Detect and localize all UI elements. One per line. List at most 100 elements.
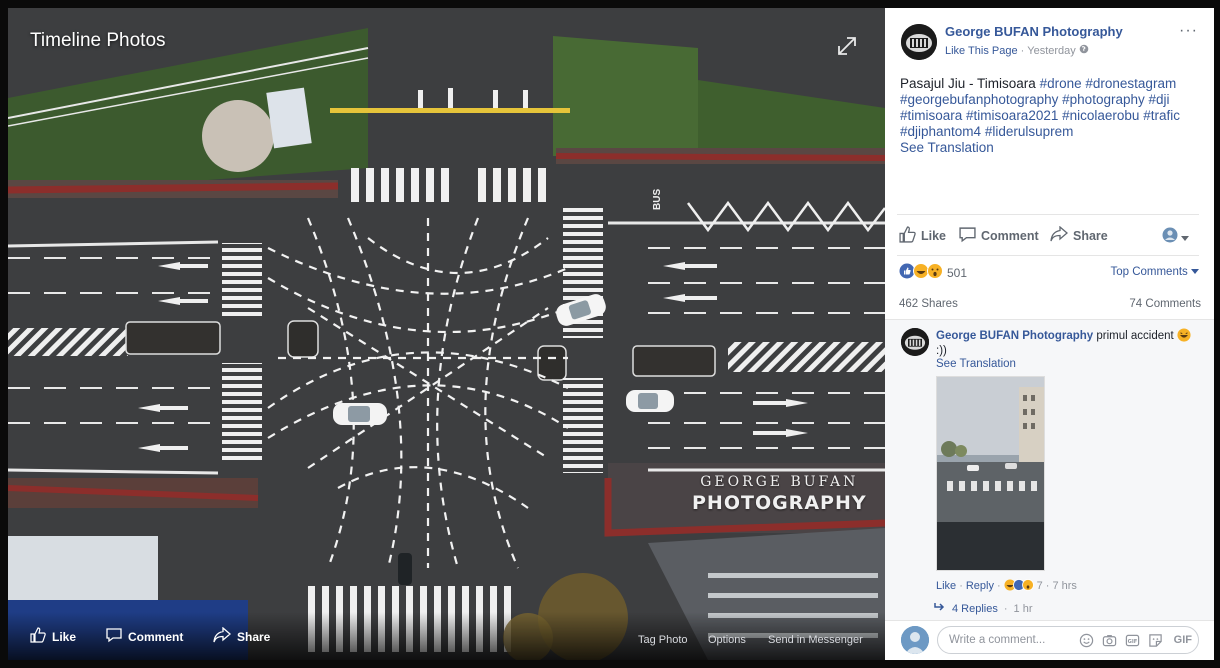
hashtag[interactable]: #dji [1149,92,1170,107]
round-plaza [202,100,274,172]
photo-share-label: Share [237,629,271,644]
meta-separator: · [1020,44,1025,57]
comment-input[interactable] [947,633,1081,647]
reactions-summary: 501 Top Comments [899,262,1201,288]
chevron-down-icon [1191,266,1199,278]
gif-icon[interactable]: GIF [1125,633,1140,648]
commenter-avatar[interactable] [901,328,929,356]
comment-label: Comment [981,229,1039,243]
hashtag[interactable]: #timisoara [900,108,962,123]
reaction-count[interactable]: 501 [947,266,967,280]
photo-comment-button[interactable]: Comment [106,627,183,646]
comment-reaction-icons[interactable] [1004,579,1034,592]
watermark-line2: PHOTOGRAPHY [692,492,867,514]
comment-bubble-icon [959,226,976,246]
photo-share-button[interactable]: Share [213,626,271,646]
comment-like-link[interactable]: Like [936,580,956,592]
photo-comment-label: Comment [128,629,184,644]
reaction-icons[interactable] [899,263,945,284]
timeline-photos-title: Timeline Photos [30,30,166,51]
hashtag[interactable]: #nicolaerobu [1062,108,1139,123]
current-user-avatar [901,626,929,654]
comment-text: primul accident [1096,330,1174,342]
post-caption: Pasajul Jiu - Timisoara #drone #dronesta… [900,76,1200,156]
reaction-selector[interactable] [1162,227,1189,248]
comment-composer: GIF GIF [885,620,1214,660]
share-button[interactable]: Share [1050,225,1108,245]
reply-arrow-icon [934,602,946,615]
hashtag[interactable]: #georgebufanphotography [900,92,1058,107]
comment-reaction-count: 7 [1036,579,1043,592]
hashtag[interactable]: #photography [1062,92,1145,107]
comment-meta: Like · Reply · 7 · 7 hrs [936,579,1077,592]
meta-separator: · [1003,602,1008,615]
tag-photo-link[interactable]: Tag Photo [638,634,688,646]
watermark-line1: GEORGE BUFAN [700,474,859,490]
bus-lane-marking: BUS [652,188,663,210]
meta-separator: · [996,579,1001,592]
post-meta: Like This Page · Yesterday [945,44,1089,57]
view-replies-link[interactable]: 4 Replies [952,603,998,615]
top-comments-label: Top Comments [1110,266,1188,278]
intersection-photo [8,8,885,660]
photo-like-button[interactable]: Like [30,627,76,646]
laughing-emoji-icon [1177,328,1191,342]
comment-photo[interactable] [936,376,1045,571]
thumbs-up-icon [899,226,916,246]
comment-reply-link[interactable]: Reply [966,580,994,592]
replies-row: 4 Replies · 1 hr [934,602,1033,615]
hashtag[interactable]: #timisoara2021 [966,108,1058,123]
hashtag[interactable]: #trafic [1143,108,1180,123]
profile-icon [1162,227,1178,248]
top-comments-dropdown[interactable]: Top Comments [1110,266,1199,278]
share-arrow-icon [1050,225,1068,245]
expand-icon[interactable] [837,36,857,56]
comments-list: George BUFAN Photography primul accident… [885,319,1214,620]
wow-reaction-icon [927,263,943,279]
watermark: GEORGE BUFAN PHOTOGRAPHY [692,474,867,514]
comments-count[interactable]: 74 Comments [1129,298,1201,310]
camera-icon[interactable] [1102,633,1117,648]
photo-viewer: Timeline Photos BUS GEORGE BUFAN PHOTOGR… [0,0,1220,668]
like-label: Like [921,229,947,243]
photo-like-label: Like [52,629,77,644]
replies-time: 1 hr [1013,602,1033,615]
comment-text-suffix: :)) [936,345,947,357]
shares-count[interactable]: 462 Shares [899,298,958,310]
meta-separator: · [1045,579,1050,592]
comment-time[interactable]: 7 hrs [1052,580,1076,592]
hashtag[interactable]: #djiphantom4 [900,124,981,139]
like-this-page-link[interactable]: Like This Page [945,45,1018,57]
share-label: Share [1073,228,1108,243]
page-avatar[interactable] [901,24,937,60]
page-name-link[interactable]: George BUFAN Photography [945,24,1123,39]
like-button[interactable]: Like [899,226,946,246]
emoji-icon[interactable] [1079,633,1094,648]
send-in-messenger-link[interactable]: Send in Messenger [768,634,863,646]
hashtag[interactable]: #drone [1040,76,1082,91]
more-options-button[interactable]: ··· [1179,22,1198,40]
comment-bubble-icon [106,627,122,646]
options-link[interactable]: Options [708,634,746,646]
comment-see-translation-link[interactable]: See Translation [936,358,1016,370]
chevron-down-icon [1181,229,1189,247]
sticker-icon[interactable] [1148,633,1163,648]
post-time[interactable]: Yesterday [1027,45,1076,57]
see-translation-link[interactable]: See Translation [900,140,994,156]
comment-author-link[interactable]: George BUFAN Photography [936,330,1093,342]
hashtag[interactable]: #dronestagram [1085,76,1176,91]
meta-separator: · [959,579,963,592]
post-actions: Like Comment Share [897,214,1199,256]
share-arrow-icon [213,626,231,646]
photo-action-bar: Like Comment Share Tag Photo Options Sen… [8,612,885,660]
comment-body: George BUFAN Photography primul accident… [936,328,1198,359]
post-panel: George BUFAN Photography Like This Page … [885,8,1214,660]
gif-button[interactable]: GIF [1174,634,1192,646]
caption-text: Pasajul Jiu - Timisoara [900,76,1036,91]
globe-icon [1079,44,1089,57]
svg-text:GIF: GIF [1128,639,1138,645]
comment-input-wrapper: GIF GIF [937,626,1199,654]
hashtag[interactable]: #liderulsuprem [985,124,1074,139]
comment-button[interactable]: Comment [959,226,1039,246]
photo-stage[interactable]: Timeline Photos BUS GEORGE BUFAN PHOTOGR… [8,8,885,660]
